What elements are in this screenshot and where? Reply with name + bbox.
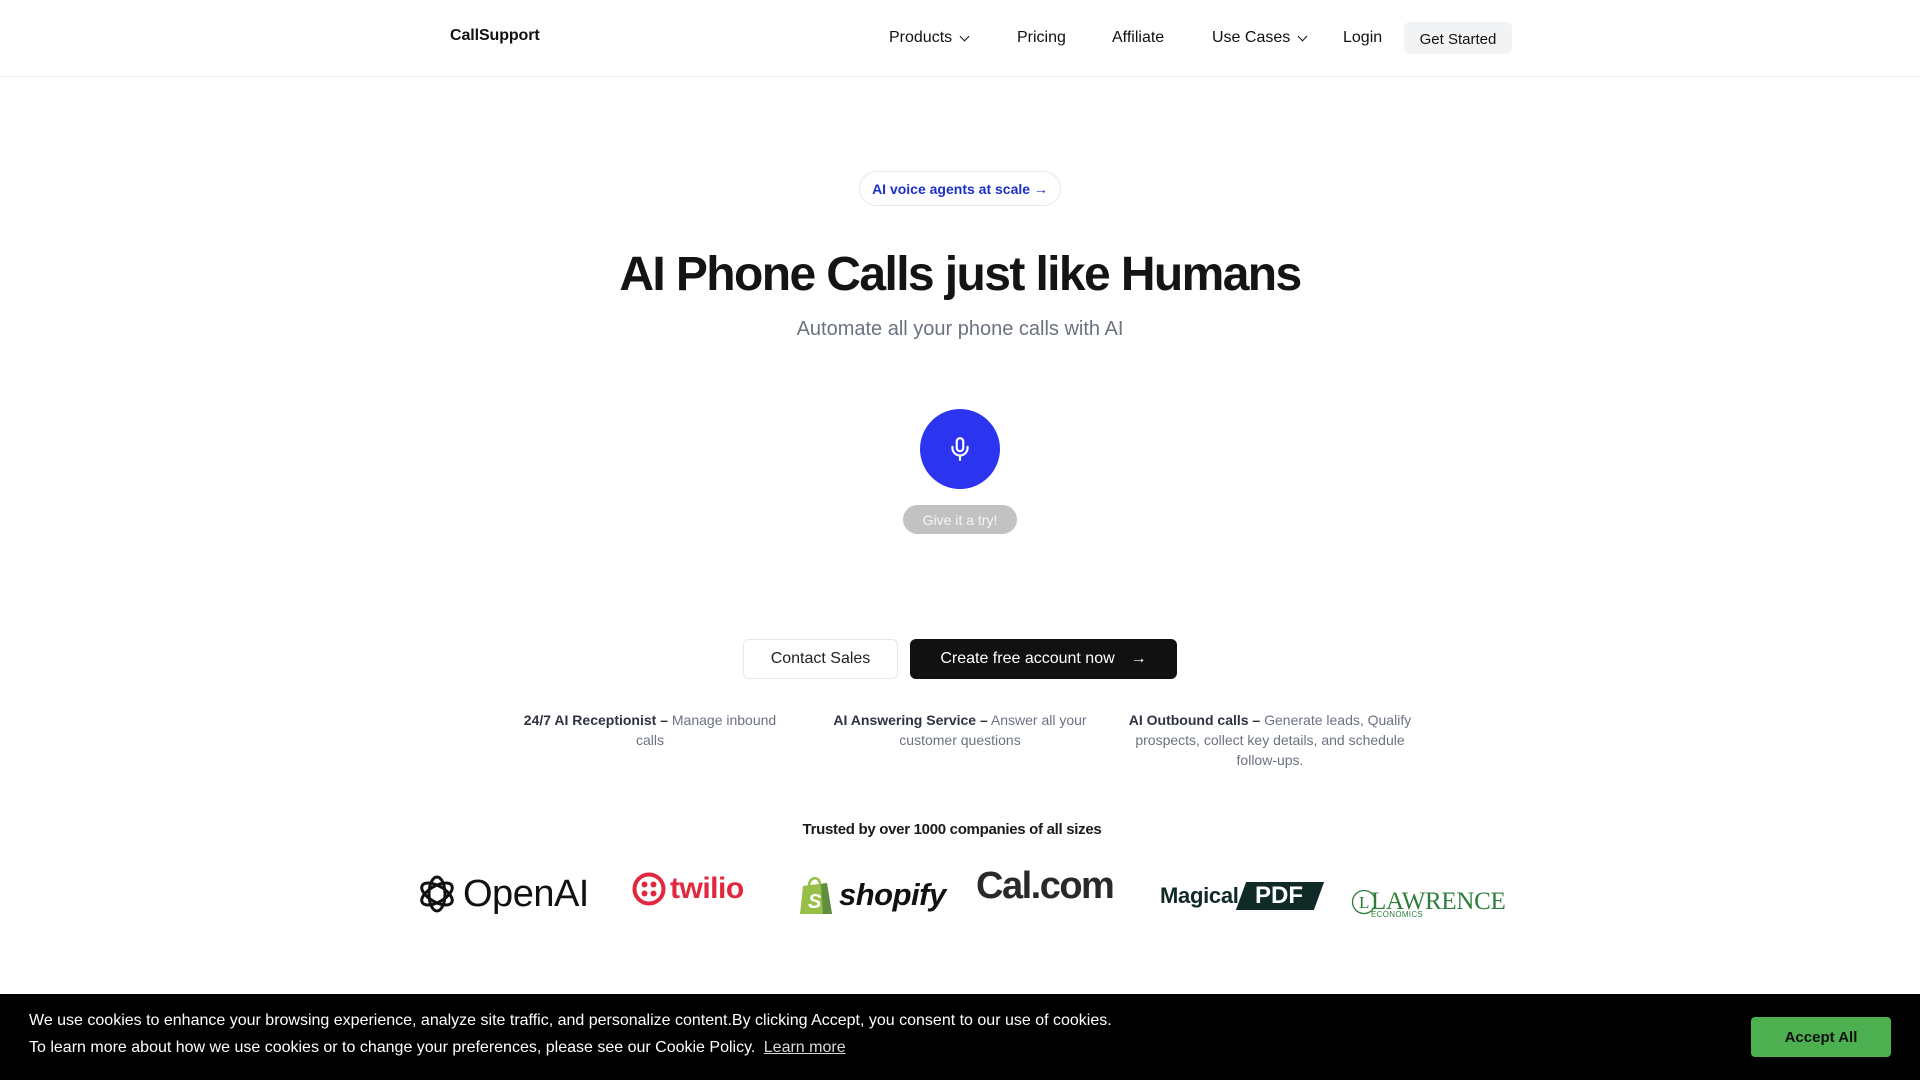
openai-knot-icon (420, 875, 454, 913)
twilio-mark-icon (632, 872, 666, 906)
nav-login-label: Login (1343, 29, 1383, 46)
try-it-label: Give it a try! (903, 505, 1017, 534)
feature-answering: AI Answering Service – Answer all your c… (822, 710, 1098, 750)
chevron-down-icon (959, 31, 970, 41)
nav-products[interactable]: Products (889, 22, 970, 54)
pdf-block: PDF (1235, 882, 1324, 910)
lawrence-subtitle: ECONOMICS (1371, 910, 1424, 919)
feature-outbound: AI Outbound calls – Generate leads, Qual… (1128, 710, 1412, 770)
brand-logo[interactable]: CallSupport (450, 27, 540, 45)
nav-affiliate[interactable]: Affiliate (1112, 22, 1164, 54)
announcement-badge[interactable]: AI voice agents at scale → (859, 171, 1061, 206)
chevron-down-icon (1297, 31, 1308, 41)
trusted-heading: Trusted by over 1000 companies of all si… (802, 821, 1102, 838)
svg-text:S: S (808, 891, 822, 913)
feature-title: AI Answering Service – (833, 712, 988, 728)
page-title: AI Phone Calls just like Humans (619, 248, 1302, 301)
logo-shopify: S shopify (799, 874, 946, 916)
nav-pricing-label: Pricing (1017, 29, 1066, 46)
hero-subtitle: Automate all your phone calls with AI (796, 318, 1124, 340)
create-account-label: Create free account now (940, 650, 1115, 667)
logo-lawrence: L LAWRENCE ECONOMICS (1351, 884, 1506, 920)
cookie-banner: We use cookies to enhance your browsing … (0, 994, 1920, 1080)
nav-products-label: Products (889, 29, 953, 46)
arrow-right-icon: → (1130, 650, 1147, 667)
contact-sales-button[interactable]: Contact Sales (743, 639, 898, 679)
feature-title: 24/7 AI Receptionist – (523, 712, 668, 728)
nav-pricing[interactable]: Pricing (1017, 22, 1066, 54)
cookie-text-line2: To learn more about how we use cookies o… (29, 1039, 846, 1057)
microphone-icon (951, 437, 969, 461)
shopify-wordmark: shopify (839, 877, 946, 912)
nav-use-cases[interactable]: Use Cases (1212, 22, 1308, 54)
nav-login[interactable]: Login (1343, 22, 1382, 54)
openai-wordmark: OpenAI (463, 872, 589, 915)
shopify-bag-icon: S (800, 877, 832, 914)
magical-wordmark: Magical (1160, 883, 1239, 908)
get-started-button[interactable]: Get Started (1404, 22, 1512, 54)
pdf-wordmark: PDF (1254, 882, 1303, 909)
logo-magicalpdf: Magical PDF (1160, 882, 1324, 910)
mic-button[interactable] (920, 409, 1000, 489)
site-header: CallSupport Products Pricing Affiliate U… (0, 0, 1920, 77)
svg-text:L: L (1359, 893, 1369, 912)
learn-more-link[interactable]: Learn more (764, 1039, 846, 1056)
nav-affiliate-label: Affiliate (1112, 29, 1165, 46)
feature-receptionist: 24/7 AI Receptionist – Manage inbound ca… (512, 710, 788, 750)
create-account-button[interactable]: Create free account now → (910, 639, 1177, 679)
nav-use-cases-label: Use Cases (1212, 29, 1291, 46)
feature-title: AI Outbound calls – (1128, 712, 1261, 728)
logo-cal: Cal.com (976, 865, 1115, 908)
cal-wordmark: Cal.com (976, 865, 1115, 907)
accept-all-button[interactable]: Accept All (1751, 1017, 1891, 1057)
logo-openai: OpenAI (415, 872, 589, 916)
twilio-wordmark: twilio (670, 872, 744, 905)
cookie-text-line1: We use cookies to enhance your browsing … (29, 1012, 1112, 1029)
logo-twilio: twilio (632, 872, 744, 906)
cookie-policy-text: To learn more about how we use cookies o… (29, 1039, 756, 1056)
